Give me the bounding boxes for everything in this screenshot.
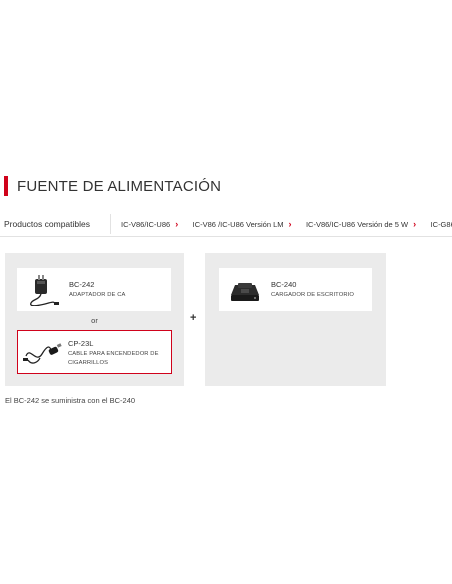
compatible-product-link[interactable]: IC-V86 /IC-U86 Versión LM › bbox=[193, 211, 292, 237]
compatible-product-label: IC-V86/IC-U86 bbox=[121, 219, 171, 229]
charger-panel: BC-240 CARGADOR DE ESCRITORIO bbox=[205, 253, 386, 386]
accessory-description: ADAPTADOR DE CA bbox=[69, 292, 126, 298]
accessory-card-cp23l[interactable]: CP-23L CABLE PARA ENCENDEDOR DE CIGARRIL… bbox=[17, 330, 172, 374]
compatible-products-label: Productos compatibles bbox=[4, 219, 90, 229]
supply-note: El BC-242 se suministra con el BC-240 bbox=[5, 396, 136, 405]
compatible-product-link[interactable]: IC-G86 › bbox=[431, 211, 452, 237]
compatible-product-link[interactable]: IC-V86/IC-U86 Versión de 5 W › bbox=[306, 211, 416, 237]
accessory-card-bc242[interactable]: BC-242 ADAPTADOR DE CA bbox=[17, 268, 171, 311]
compatible-product-link[interactable]: IC-V86/IC-U86 › bbox=[121, 211, 178, 237]
section-title: FUENTE DE ALIMENTACIÓN bbox=[17, 177, 222, 195]
plus-separator: + bbox=[190, 312, 197, 324]
divider bbox=[110, 214, 111, 234]
desktop-charger-image bbox=[231, 283, 259, 301]
chevron-right-icon: › bbox=[413, 219, 417, 229]
accessory-card-bc240[interactable]: BC-240 CARGADOR DE ESCRITORIO bbox=[219, 268, 372, 311]
compatible-products-list: IC-V86/IC-U86 › IC-V86 /IC-U86 Versión L… bbox=[121, 211, 452, 237]
compatible-product-label: IC-G86 bbox=[430, 219, 452, 229]
compatible-product-label: IC-V86/IC-U86 Versión de 5 W bbox=[305, 219, 409, 229]
title-accent-bar bbox=[4, 176, 8, 196]
accessory-code: CP-23L bbox=[68, 339, 94, 348]
accessory-code: BC-240 bbox=[271, 280, 297, 289]
compatible-product-label: IC-V86 /IC-U86 Versión LM bbox=[192, 219, 284, 229]
accessory-code: BC-242 bbox=[69, 280, 95, 289]
accessory-description: CABLE PARA ENCENDEDOR DE CIGARRILLOS bbox=[68, 351, 159, 366]
section-header: FUENTE DE ALIMENTACIÓN bbox=[4, 176, 221, 196]
cigarette-cable-image bbox=[23, 343, 62, 364]
chevron-right-icon: › bbox=[288, 219, 292, 229]
chevron-right-icon: › bbox=[175, 219, 179, 229]
compatible-products-bar: Productos compatibles IC-V86/IC-U86 › IC… bbox=[0, 211, 452, 237]
or-separator: or bbox=[91, 316, 98, 325]
accessory-description: CARGADOR DE ESCRITORIO bbox=[271, 292, 354, 298]
power-source-options-panel: BC-242 ADAPTADOR DE CA or CP-23L CABLE P… bbox=[5, 253, 184, 386]
ac-adapter-image bbox=[30, 275, 59, 306]
